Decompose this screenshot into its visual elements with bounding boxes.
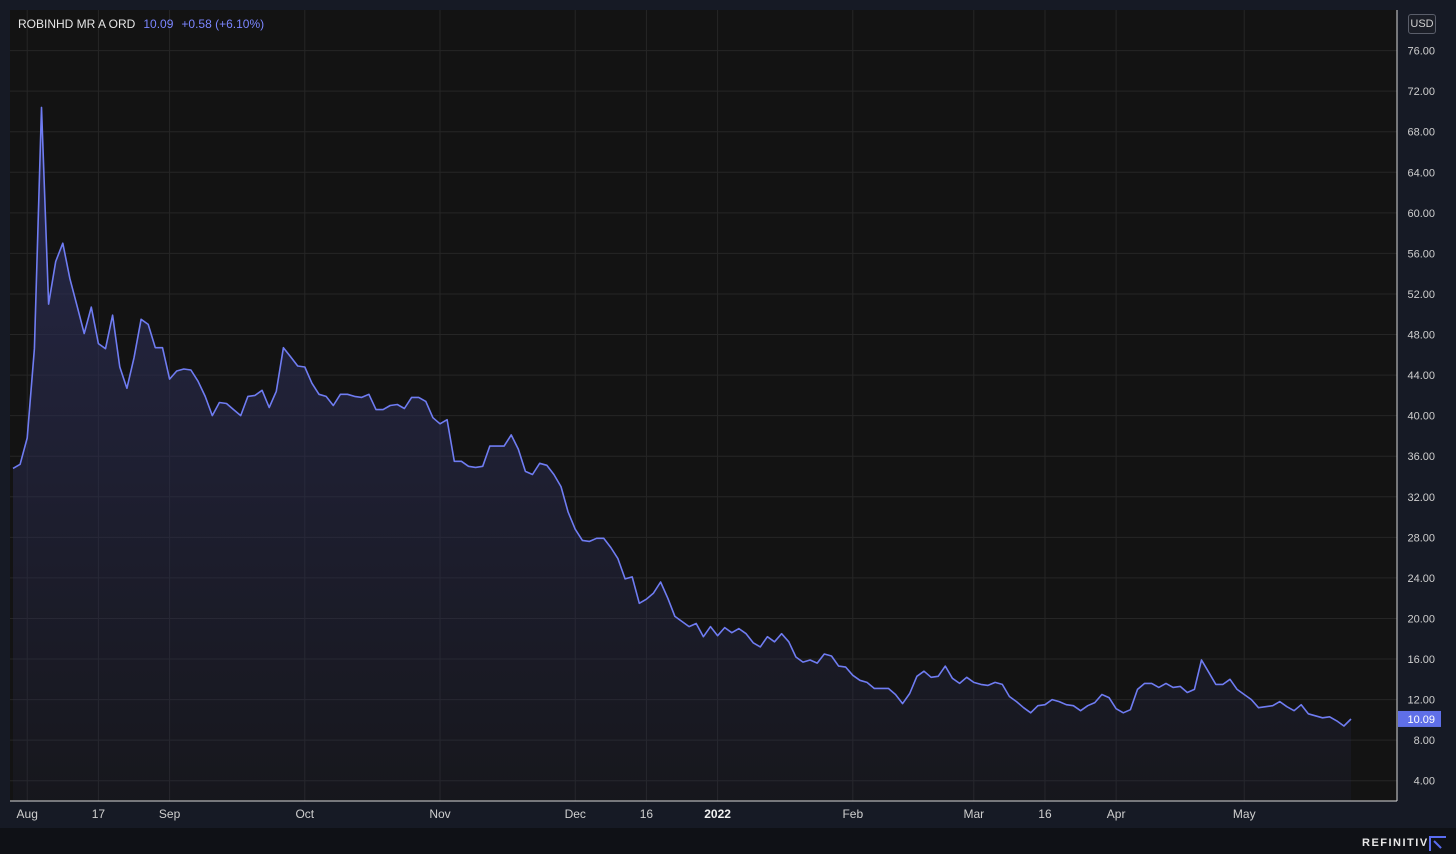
y-tick-label: 4.00 (1414, 776, 1435, 788)
y-tick-label: 44.00 (1407, 370, 1435, 382)
x-tick-label: Apr (1107, 807, 1126, 821)
x-tick-label: 2022 (704, 807, 731, 821)
x-tick-label: May (1233, 807, 1256, 821)
x-tick-label: Dec (565, 807, 586, 821)
y-tick-label: 76.00 (1407, 46, 1435, 58)
brand-logo-text: REFINITIV (1362, 837, 1429, 849)
x-tick-label: Aug (17, 807, 38, 821)
x-tick-label: 16 (1038, 807, 1052, 821)
y-tick-label: 40.00 (1407, 411, 1435, 423)
y-tick-label: 8.00 (1414, 735, 1435, 747)
currency-button[interactable]: USD (1408, 14, 1436, 34)
y-tick-label: 20.00 (1407, 613, 1435, 625)
x-tick-label: Mar (963, 807, 984, 821)
x-tick-label: Feb (842, 807, 863, 821)
brand-logo-icon (1429, 836, 1446, 851)
ticker-symbol: ROBINHD MR A ORD (18, 17, 136, 31)
y-tick-label: 64.00 (1407, 167, 1435, 179)
x-tick-label: 17 (92, 807, 106, 821)
y-tick-label: 68.00 (1407, 127, 1435, 139)
y-tick-label: 16.00 (1407, 654, 1435, 666)
x-tick-label: Sep (159, 807, 181, 821)
y-tick-label: 72.00 (1407, 86, 1435, 98)
y-tick-label: 12.00 (1407, 695, 1435, 707)
y-tick-label: 32.00 (1407, 492, 1435, 504)
y-tick-label: 36.00 (1407, 451, 1435, 463)
x-tick-label: 16 (640, 807, 654, 821)
chart-window: 4.00 8.00 12.00 16.00 20.00 24.00 28.00 32.00 36… (0, 0, 1456, 854)
y-tick-label: 24.00 (1407, 573, 1435, 585)
footer-bar (0, 828, 1456, 854)
y-tick-label: 28.00 (1407, 532, 1435, 544)
price-chart[interactable]: 4.00 8.00 12.00 16.00 20.00 24.00 28.00 32.00 36… (0, 0, 1456, 854)
x-tick-label: Oct (295, 807, 314, 821)
y-tick-label: 60.00 (1407, 208, 1435, 220)
y-tick-label: 48.00 (1407, 330, 1435, 342)
last-price: 10.09 (143, 17, 174, 31)
y-tick-label: 56.00 (1407, 248, 1435, 260)
price-change: +0.58 (+6.10%) (181, 17, 265, 31)
last-price-tag-label: 10.09 (1407, 714, 1435, 726)
ticker-legend: ROBINHD MR A ORD 10.09 +0.58 (+6.10%) (18, 17, 264, 31)
y-tick-label: 52.00 (1407, 289, 1435, 301)
x-tick-label: Nov (429, 807, 450, 821)
